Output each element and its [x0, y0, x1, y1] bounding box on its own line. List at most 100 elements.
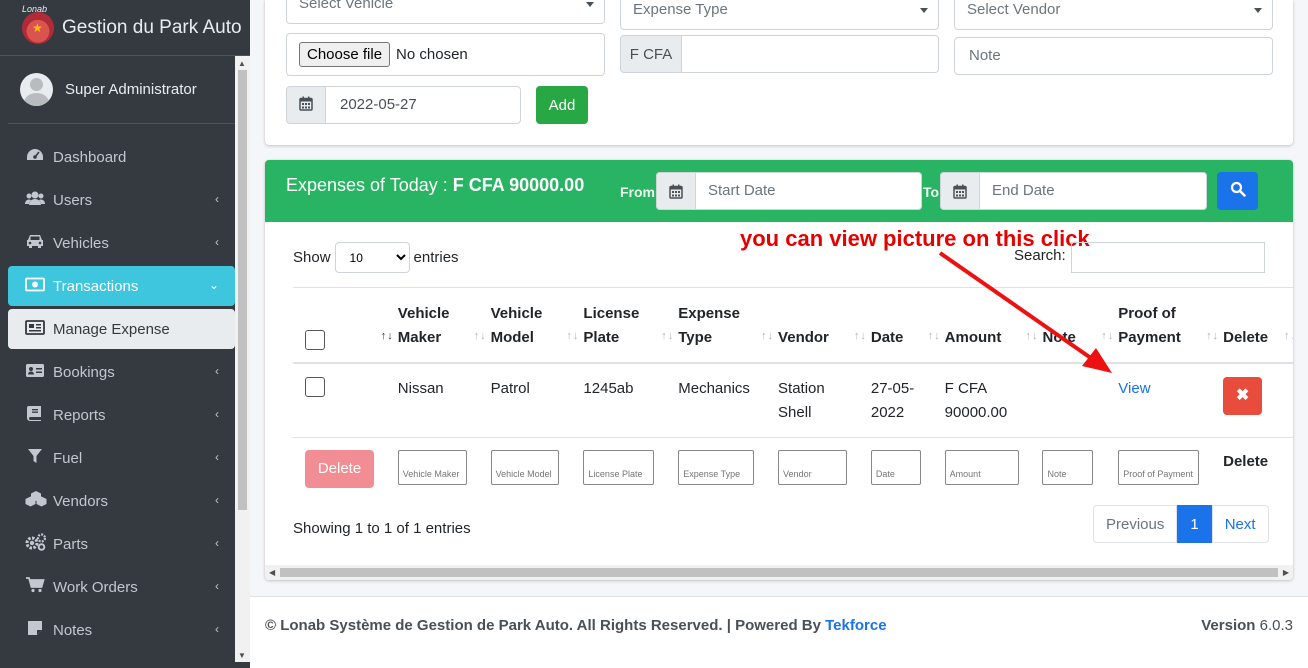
filter-vehicle-maker[interactable]: Vehicle Maker — [397, 450, 467, 485]
sidebar-item-reports[interactable]: Reports ‹ — [8, 395, 235, 435]
chevron-left-icon: ‹ — [215, 235, 219, 249]
filter-cell: Amount — [944, 437, 1043, 500]
row-checkbox[interactable] — [305, 377, 325, 397]
sidebar-item-fuel[interactable]: Fuel ‹ — [8, 438, 235, 478]
col-expense-type[interactable]: Expense Type ↑↓ — [678, 287, 779, 364]
sidebar-scrollbar[interactable]: ▲ ▼ — [235, 56, 250, 662]
sidebar-item-manage-expense[interactable]: Manage Expense — [8, 309, 235, 349]
filter-date[interactable]: Date — [870, 450, 921, 485]
filter-cell: Expense Type — [678, 437, 779, 500]
filter-amount[interactable]: Amount — [944, 450, 1019, 485]
delete-row-button[interactable]: ✖ — [1223, 377, 1263, 415]
expenses-card: Expenses of Today : F CFA 90000.00 From … — [265, 160, 1293, 580]
row-select-cell — [293, 362, 351, 438]
col-proof-of-payment[interactable]: Proof of Payment ↑↓ — [1118, 287, 1224, 364]
address-card-icon — [25, 363, 45, 382]
filter-note[interactable]: Note — [1042, 450, 1094, 485]
filter-placeholder: Amount — [949, 469, 981, 479]
vehicle-select[interactable]: Select Vehicle — [286, 0, 605, 24]
scroll-down-icon[interactable]: ▼ — [238, 651, 246, 660]
choose-file-button[interactable]: Choose file — [299, 42, 391, 67]
filter-vendor[interactable]: Vendor — [778, 450, 848, 485]
sort-icon: ↑↓ — [473, 330, 487, 342]
select-all-checkbox[interactable] — [305, 330, 325, 350]
chevron-left-icon: ‹ — [215, 364, 219, 378]
amount-input[interactable] — [681, 35, 939, 73]
start-date-group[interactable]: Start Date — [656, 172, 922, 210]
col-label: Expense — [678, 305, 740, 322]
end-date-input[interactable]: End Date — [980, 172, 1207, 210]
sidebar-item-dashboard[interactable]: Dashboard — [8, 137, 235, 177]
sidebar-item-label: Fuel — [53, 449, 83, 467]
cell-text: Station — [778, 380, 825, 397]
col-label: Payment — [1118, 329, 1181, 346]
sidebar-item-transactions[interactable]: Transactions ⌄ — [8, 266, 235, 306]
footer-version: Version 6.0.3 — [1201, 617, 1293, 634]
table-horizontal-scrollbar[interactable]: ◀ ▶ — [265, 565, 1293, 580]
col-vendor[interactable]: Vendor ↑↓ — [778, 287, 871, 364]
scroll-left-icon[interactable]: ◀ — [269, 568, 275, 577]
expense-type-select[interactable]: Expense Type — [620, 0, 939, 30]
filter-license-plate[interactable]: License Plate — [583, 450, 655, 485]
filter-expense-type[interactable]: Expense Type — [678, 450, 755, 485]
col-license-plate[interactable]: License Plate ↑↓ — [583, 287, 679, 364]
date-input[interactable]: 2022-05-27 — [325, 86, 521, 124]
search-icon — [1230, 181, 1246, 201]
close-icon: ✖ — [1235, 387, 1250, 404]
tekforce-link[interactable]: Tekforce — [825, 617, 886, 634]
start-date-input[interactable]: Start Date — [696, 172, 922, 210]
filter-vehicle-model[interactable]: Vehicle Model — [490, 450, 559, 485]
sidebar-item-vehicles[interactable]: Vehicles ‹ — [8, 223, 235, 263]
brand-title: Gestion du Park Auto — [62, 16, 242, 38]
col-delete[interactable]: Delete ↑↓ — [1223, 287, 1293, 364]
file-input[interactable]: Choose file No chosen — [286, 33, 605, 76]
end-date-group[interactable]: End Date — [940, 172, 1207, 210]
expenses-title-prefix: Expenses of Today : — [286, 175, 448, 195]
sidebar-item-notes[interactable]: Notes ‹ — [8, 610, 235, 650]
note-icon — [25, 620, 45, 640]
page-1-button[interactable]: 1 — [1177, 505, 1212, 543]
bulk-delete-button[interactable]: Delete — [305, 450, 374, 488]
filter-proof-of-payment[interactable]: Proof of Payment — [1118, 450, 1200, 485]
prev-page-button[interactable]: Previous — [1093, 505, 1178, 543]
col-vehicle-maker[interactable]: Vehicle Maker ↑↓ — [397, 287, 491, 364]
filter-cell: Note — [1042, 437, 1119, 500]
sidebar-item-work-orders[interactable]: Work Orders ‹ — [8, 567, 235, 607]
vehicle-select-placeholder: Select Vehicle — [299, 0, 394, 12]
sort-icon: ↑↓ — [1206, 330, 1220, 342]
col-label: License — [583, 305, 640, 322]
col-vehicle-model[interactable]: Vehicle Model ↑↓ — [490, 287, 584, 364]
brand[interactable]: Lonab ★ Gestion du Park Auto — [0, 0, 250, 56]
sidebar-scroll-thumb[interactable] — [238, 70, 247, 510]
expenses-total-amount: F CFA 90000.00 — [452, 175, 585, 195]
user-name: Super Administrator — [65, 81, 197, 98]
scroll-up-icon[interactable]: ▲ — [238, 59, 246, 68]
sort-header[interactable]: ↑↓ — [350, 287, 398, 364]
book-icon — [25, 405, 45, 425]
sidebar-item-label: Transactions — [53, 277, 139, 295]
page-length-select[interactable]: 10 — [334, 242, 410, 273]
vendor-select[interactable]: Select Vendor — [954, 0, 1273, 30]
filter-cell: Date — [870, 437, 945, 500]
filter-row: Delete Vehicle Maker Vehicle Model Licen… — [293, 437, 1293, 500]
col-label: Vehicle — [397, 305, 450, 322]
filter-cell: Vehicle Maker — [397, 437, 491, 500]
sidebar-item-parts[interactable]: Parts ‹ — [8, 524, 235, 564]
sidebar-item-users[interactable]: Users ‹ — [8, 180, 235, 220]
add-button[interactable]: Add — [536, 86, 588, 124]
horizontal-scroll-thumb[interactable] — [280, 568, 1278, 577]
version-number: 6.0.3 — [1259, 617, 1293, 634]
user-panel[interactable]: Super Administrator — [8, 56, 242, 124]
search-button[interactable] — [1217, 172, 1258, 210]
sidebar-item-label: Work Orders — [53, 578, 138, 596]
cell-vehicle-model: Patrol — [490, 362, 584, 438]
sidebar-item-vendors[interactable]: Vendors ‹ — [8, 481, 235, 521]
scroll-right-icon[interactable]: ▶ — [1283, 568, 1289, 577]
sidebar-item-label: Parts — [53, 535, 89, 553]
sidebar-item-bookings[interactable]: Bookings ‹ — [8, 352, 235, 392]
view-proof-link[interactable]: View — [1118, 380, 1150, 397]
col-label: Maker — [397, 329, 442, 346]
cell-license-plate: 1245ab — [583, 362, 679, 438]
next-page-button[interactable]: Next — [1211, 505, 1269, 543]
note-input[interactable]: Note — [954, 37, 1273, 75]
